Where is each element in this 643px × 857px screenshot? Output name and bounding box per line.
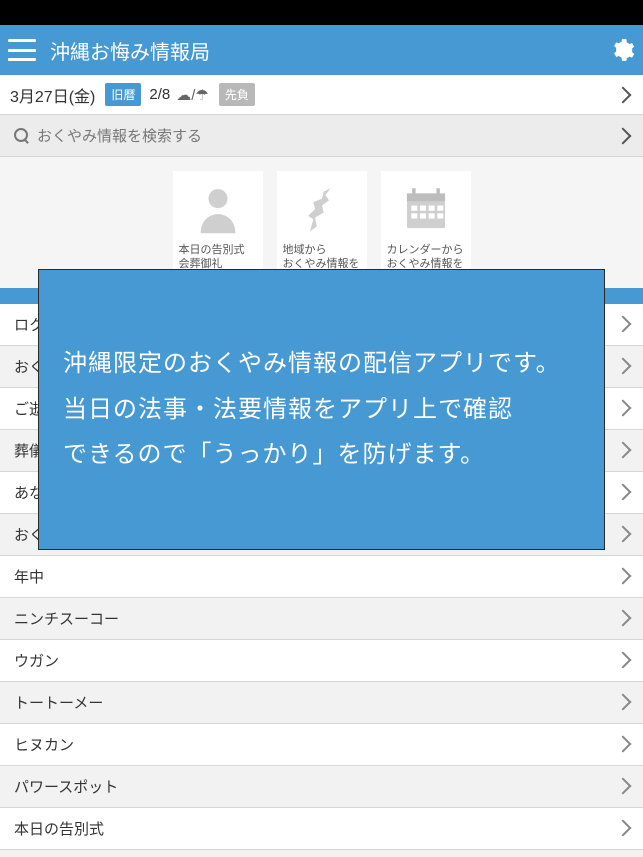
- chevron-right-icon: [615, 568, 632, 585]
- app-bar: 沖縄お悔み情報局: [0, 25, 643, 75]
- settings-icon[interactable]: [609, 37, 635, 63]
- list-item[interactable]: カレンダーで告別式の検索: [0, 850, 643, 857]
- chevron-right-icon: [615, 86, 632, 103]
- chevron-right-icon: [615, 442, 632, 459]
- list-item[interactable]: 本日の告別式: [0, 808, 643, 850]
- promo-overlay: 沖縄限定のおくやみ情報の配信アプリです。当日の法事・法要情報をアプリ上で確認でき…: [38, 269, 605, 550]
- list-item-label: パワースポット: [14, 776, 617, 797]
- chevron-right-icon: [615, 736, 632, 753]
- chevron-right-icon: [615, 526, 632, 543]
- search-placeholder: おくやみ情報を検索する: [37, 125, 617, 146]
- list-item[interactable]: パワースポット: [0, 766, 643, 808]
- chevron-right-icon: [615, 610, 632, 627]
- list-item[interactable]: ウガン: [0, 640, 643, 682]
- app-title: 沖縄お悔み情報局: [50, 36, 609, 65]
- map-icon: [292, 179, 352, 239]
- list-item[interactable]: ニンチスーコー: [0, 598, 643, 640]
- list-item-label: 本日の告別式: [14, 818, 617, 839]
- chevron-right-icon: [615, 127, 632, 144]
- chevron-right-icon: [615, 652, 632, 669]
- card-by-region[interactable]: 地域からおくやみ情報を: [277, 171, 367, 278]
- status-bar: [0, 0, 643, 25]
- person-icon: [188, 179, 248, 239]
- list-item-label: トートーメー: [14, 692, 617, 713]
- list-item-label: ウガン: [14, 650, 617, 671]
- list-item-label: ニンチスーコー: [14, 608, 617, 629]
- chevron-right-icon: [615, 820, 632, 837]
- search-bar[interactable]: おくやみ情報を検索する: [0, 115, 643, 157]
- search-icon: [14, 128, 29, 143]
- chevron-right-icon: [615, 358, 632, 375]
- list-item[interactable]: トートーメー: [0, 682, 643, 724]
- lunar-date: 2/8: [149, 86, 170, 103]
- list-item[interactable]: ヒヌカン: [0, 724, 643, 766]
- rokuyo-tag: 先負: [219, 83, 255, 106]
- date-bar[interactable]: 3月27日(金) 旧暦 2/8 ☁/☂ 先負: [0, 75, 643, 115]
- menu-icon[interactable]: [8, 39, 36, 61]
- card-today-funeral[interactable]: 本日の告別式会葬御礼: [173, 171, 263, 278]
- old-calendar-tag: 旧暦: [105, 83, 141, 106]
- chevron-right-icon: [615, 778, 632, 795]
- list-item-label: ヒヌカン: [14, 734, 617, 755]
- chevron-right-icon: [615, 316, 632, 333]
- chevron-right-icon: [615, 484, 632, 501]
- app-root: 沖縄お悔み情報局 3月27日(金) 旧暦 2/8 ☁/☂ 先負 おくやみ情報を検…: [0, 0, 643, 857]
- date-text: 3月27日(金): [10, 83, 95, 107]
- list-item[interactable]: 年中: [0, 556, 643, 598]
- shortcut-cards: 本日の告別式会葬御礼 地域からおくやみ情報を カレンダーからおくやみ情報を: [0, 157, 643, 288]
- chevron-right-icon: [615, 694, 632, 711]
- calendar-icon: [396, 179, 456, 239]
- chevron-right-icon: [615, 400, 632, 417]
- promo-text: 沖縄限定のおくやみ情報の配信アプリです。当日の法事・法要情報をアプリ上で確認でき…: [39, 341, 585, 478]
- card-by-calendar[interactable]: カレンダーからおくやみ情報を: [381, 171, 471, 278]
- weather-icon: ☁/☂: [176, 86, 209, 104]
- list-item-label: 年中: [14, 566, 617, 587]
